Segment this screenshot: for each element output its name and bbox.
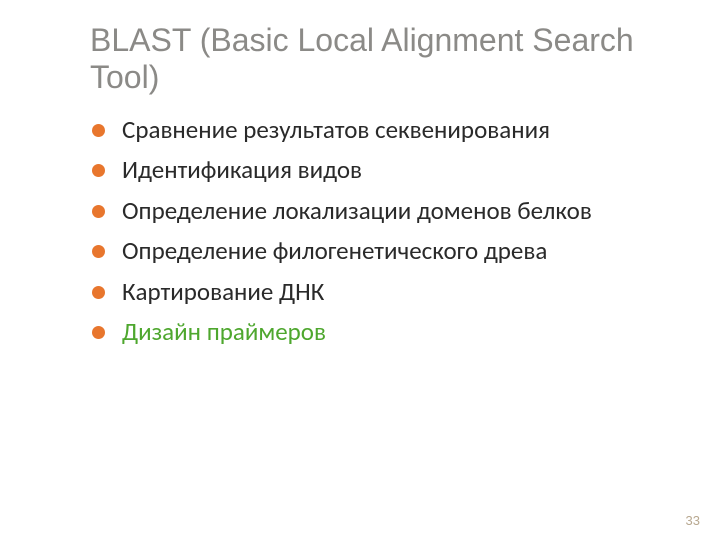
list-item: Картирование ДНК xyxy=(122,276,660,309)
bullet-list: Сравнение результатов секвенирования Иде… xyxy=(90,114,660,349)
slide-title: BLAST (Basic Local Alignment Search Tool… xyxy=(90,22,660,96)
bullet-icon xyxy=(92,326,105,339)
list-item: Определение локализации доменов белков xyxy=(122,195,660,228)
slide-container: BLAST (Basic Local Alignment Search Tool… xyxy=(0,0,720,377)
bullet-text: Картирование ДНК xyxy=(122,276,324,307)
bullet-icon xyxy=(92,245,105,258)
list-item-highlight: Дизайн праймеров xyxy=(122,316,660,349)
list-item: Сравнение результатов секвенирования xyxy=(122,114,660,147)
bullet-text: Сравнение результатов секвенирования xyxy=(122,114,550,145)
bullet-text: Определение локализации доменов белков xyxy=(122,195,592,226)
page-number: 33 xyxy=(686,513,700,528)
bullet-text: Дизайн праймеров xyxy=(122,316,326,347)
list-item: Определение филогенетического древа xyxy=(122,235,660,268)
list-item: Идентификация видов xyxy=(122,154,660,187)
bullet-text: Определение филогенетического древа xyxy=(122,235,547,266)
bullet-text: Идентификация видов xyxy=(122,154,362,185)
bullet-icon xyxy=(92,205,105,218)
bullet-icon xyxy=(92,286,105,299)
bullet-icon xyxy=(92,164,105,177)
bullet-icon xyxy=(92,124,105,137)
